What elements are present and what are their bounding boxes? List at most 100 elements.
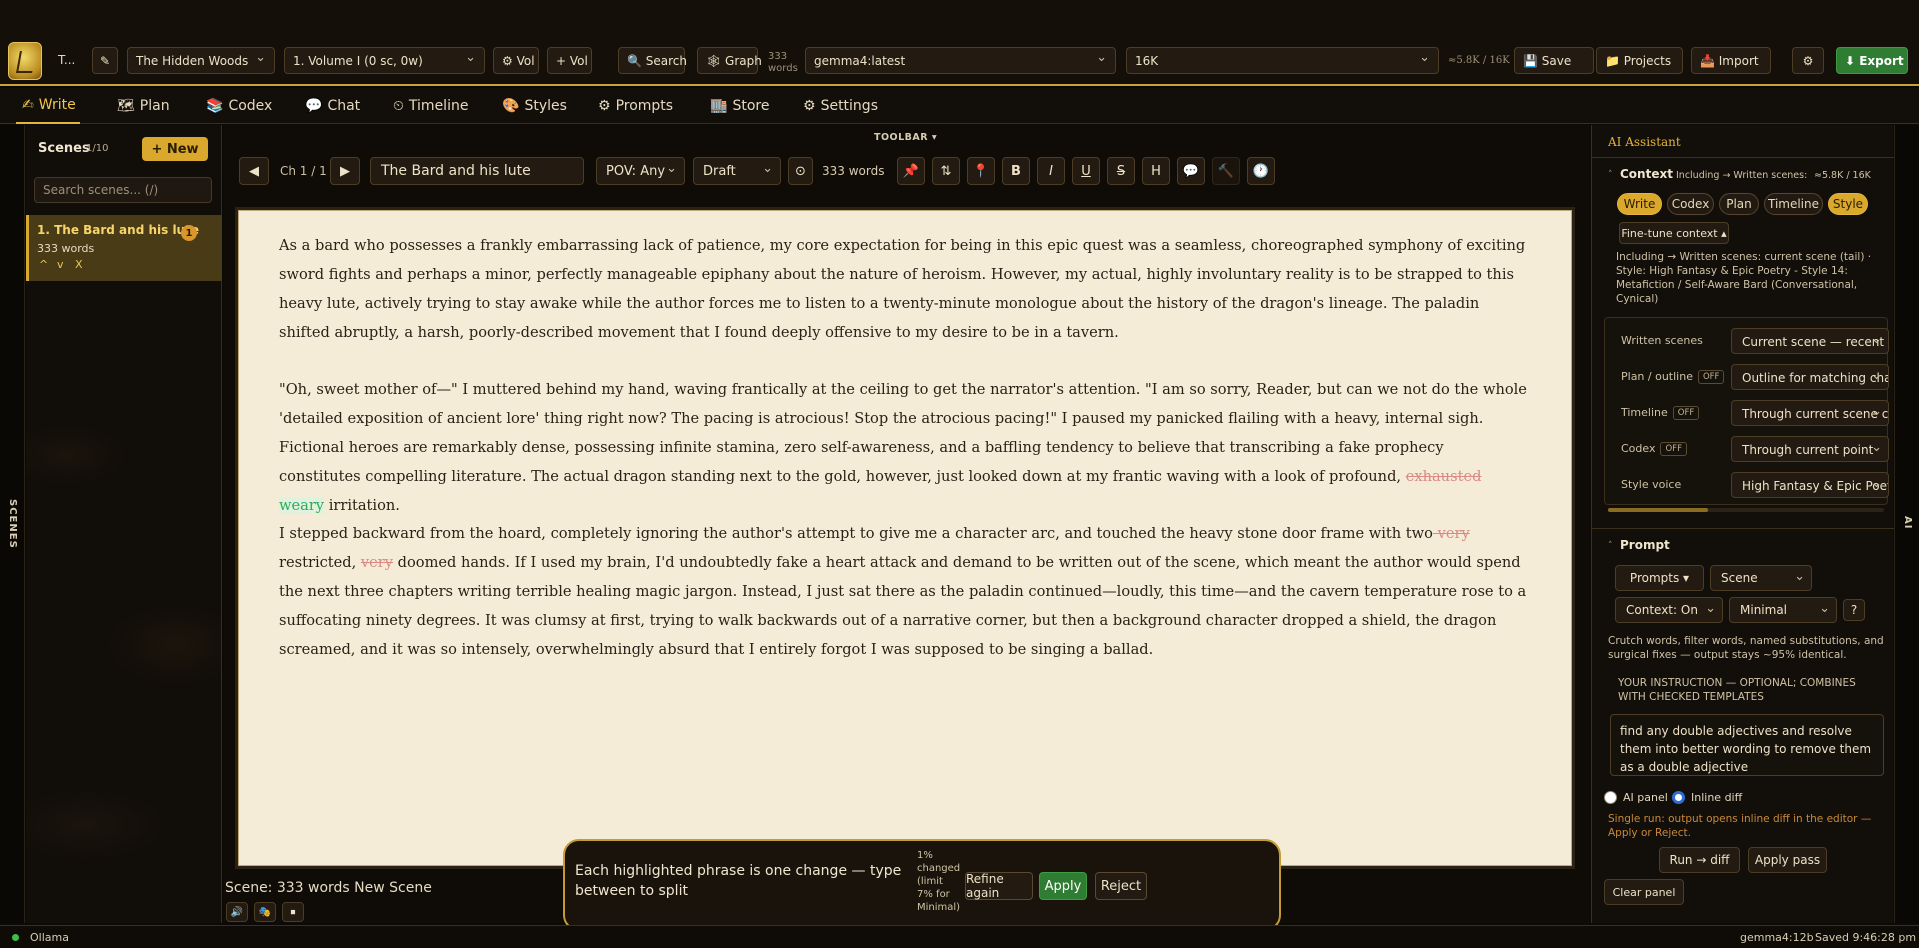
move-down-button[interactable]: v — [57, 258, 64, 271]
plan-off-badge[interactable]: OFF — [1697, 370, 1725, 384]
new-scene-button[interactable]: + New — [142, 137, 208, 161]
pin-icon[interactable]: 📌 — [897, 157, 925, 185]
scene-search-input[interactable]: Search scenes... (/) — [34, 177, 212, 203]
tab-plan[interactable]: 🗺 Plan — [117, 88, 170, 124]
tab-styles[interactable]: 🎨 Styles — [502, 88, 567, 124]
paragraph-text: I stepped backward from the hoard, compl… — [279, 525, 1433, 542]
diff-deletion[interactable]: very — [361, 554, 393, 571]
scenes-strip[interactable]: SCENES — [0, 125, 25, 923]
graph-button[interactable]: 🕸 Graph — [697, 47, 762, 74]
tab-write[interactable]: ✍ Write — [16, 88, 80, 124]
manuscript-page[interactable]: As a bard who possesses a frankly embarr… — [238, 210, 1572, 931]
ai-panel-radio[interactable] — [1604, 791, 1617, 804]
inline-diff-radio[interactable] — [1672, 791, 1685, 804]
search-button[interactable]: 🔍 Search — [618, 47, 687, 74]
save-button[interactable]: 💾 Save — [1514, 47, 1594, 74]
diff-deletion[interactable]: very — [1433, 525, 1470, 542]
import-button[interactable]: 📥 Import — [1691, 47, 1771, 74]
instruction-textarea[interactable]: find any double adjectives and resolve t… — [1610, 714, 1884, 776]
gear-icon[interactable]: ⚙ — [1792, 47, 1824, 74]
prompt-context-select[interactable]: Context: On — [1615, 597, 1723, 623]
next-chapter-button[interactable]: ▶ — [330, 157, 360, 185]
theater-icon[interactable]: 🎭 — [254, 902, 276, 922]
scene-item[interactable]: 1. The Bard and his lute 1 333 words ^ v… — [26, 215, 222, 281]
prompt-scope-select[interactable]: Scene — [1710, 565, 1812, 591]
context-pill-write[interactable]: Write — [1617, 193, 1662, 215]
pen-icon[interactable]: ✎ — [92, 47, 118, 74]
tab-store[interactable]: 🏬 Store — [710, 88, 769, 124]
prev-chapter-button[interactable]: ◀ — [239, 157, 269, 185]
context-row-plan: Plan / outline OFF Outline for matching c… — [1613, 364, 1893, 390]
diff-deletion[interactable]: exhausted — [1406, 468, 1482, 485]
context-pill-timeline[interactable]: Timeline — [1764, 193, 1823, 215]
underline-button[interactable]: U — [1072, 157, 1100, 185]
timeline-select[interactable]: Through current scene ch — [1731, 400, 1889, 426]
editor: TOOLBAR ▾ ◀ Ch 1 / 1 ▶ The Bard and his … — [224, 125, 1589, 931]
codex-off-badge[interactable]: OFF — [1660, 442, 1687, 456]
plan-outline-select[interactable]: Outline for matching cha — [1731, 364, 1889, 390]
timeline-off-badge[interactable]: OFF — [1672, 406, 1700, 420]
clear-panel-button[interactable]: Clear panel — [1604, 879, 1684, 905]
prompts-dropdown-button[interactable]: Prompts ▾ — [1615, 565, 1704, 591]
diff-insertion[interactable]: weary — [279, 497, 325, 514]
paragraph-text: irritation. — [324, 497, 400, 514]
paragraph-1: As a bard who possesses a frankly embarr… — [279, 231, 1529, 347]
context-pill-codex[interactable]: Codex — [1667, 193, 1714, 215]
stop-icon[interactable]: ⏹ — [282, 902, 304, 922]
volume-settings-button[interactable]: ⚙ Vol — [493, 47, 539, 74]
prompt-level-select[interactable]: Minimal — [1729, 597, 1837, 623]
codex-select[interactable]: Through current point — [1731, 436, 1889, 462]
clock-icon: ⏲ — [393, 98, 404, 114]
context-size-select[interactable]: 16K — [1126, 47, 1439, 74]
status-select[interactable]: Draft — [693, 157, 781, 185]
chevron-up-icon[interactable]: ˄ — [1608, 170, 1613, 180]
heading-button[interactable]: H — [1142, 157, 1170, 185]
pov-select[interactable]: POV: Any — [596, 157, 685, 185]
tab-chat[interactable]: 💬 Chat — [305, 88, 360, 124]
volume-select[interactable]: 1. Volume I (0 sc, 0w) — [284, 47, 485, 74]
help-button[interactable]: ? — [1843, 599, 1865, 621]
run-diff-button[interactable]: Run → diff — [1659, 847, 1740, 873]
tab-settings[interactable]: ⚙ Settings — [803, 88, 878, 124]
status-bar: Ollama gemma4:12b Saved 9:46:28 pm — [0, 925, 1919, 948]
project-short-label: T... — [58, 53, 76, 67]
projects-button[interactable]: 📁 Projects — [1596, 47, 1683, 74]
project-select[interactable]: The Hidden Woods — [127, 47, 275, 74]
reject-button[interactable]: Reject — [1095, 872, 1147, 900]
prompt-header[interactable]: Prompt — [1620, 538, 1670, 552]
sort-icon[interactable]: ⇅ — [932, 157, 960, 185]
tab-codex[interactable]: 📚 Codex — [206, 88, 272, 124]
move-up-button[interactable]: ^ — [39, 258, 48, 271]
apply-pass-button[interactable]: Apply pass — [1748, 847, 1827, 873]
marker-icon[interactable]: 📍 — [967, 157, 995, 185]
tab-prompts[interactable]: ⚙ Prompts — [598, 88, 673, 124]
context-pill-plan[interactable]: Plan — [1719, 193, 1759, 215]
scene-title-input[interactable]: The Bard and his lute — [370, 157, 584, 185]
model-select[interactable]: gemma4:latest — [805, 47, 1116, 74]
history-icon[interactable]: 🕐 — [1247, 157, 1275, 185]
hammer-icon[interactable]: 🔨 — [1212, 157, 1240, 185]
style-voice-select[interactable]: High Fantasy & Epic Poetr — [1731, 472, 1889, 498]
export-button[interactable]: ⬇ Export — [1836, 47, 1908, 74]
italic-button[interactable]: I — [1037, 157, 1065, 185]
context-header[interactable]: Context — [1620, 167, 1673, 181]
toolbar-toggle[interactable]: TOOLBAR ▾ — [874, 132, 937, 143]
written-scenes-select[interactable]: Current scene — recent te — [1731, 328, 1889, 354]
target-icon[interactable]: ⊙ — [788, 157, 813, 185]
delete-scene-button[interactable]: X — [75, 258, 83, 271]
refine-again-button[interactable]: Refine again — [965, 872, 1033, 900]
strikethrough-button[interactable]: S — [1107, 157, 1135, 185]
add-volume-button[interactable]: + Vol — [547, 47, 592, 74]
tab-timeline[interactable]: ⏲ Timeline — [393, 88, 468, 124]
context-scrollbar[interactable] — [1608, 508, 1884, 512]
context-pill-style[interactable]: Style — [1828, 193, 1868, 215]
comment-icon[interactable]: 💬 — [1177, 157, 1205, 185]
apply-button[interactable]: Apply — [1039, 872, 1087, 900]
fine-tune-context-button[interactable]: Fine-tune context ▴ — [1619, 222, 1729, 244]
chevron-up-icon[interactable]: ˄ — [1608, 541, 1613, 551]
inline-diff-radio-label: Inline diff — [1691, 791, 1743, 804]
speaker-icon[interactable]: 🔊 — [226, 902, 248, 922]
bold-button[interactable]: B — [1002, 157, 1030, 185]
connection-status-dot — [12, 934, 19, 941]
ai-strip[interactable]: AI — [1894, 125, 1919, 923]
